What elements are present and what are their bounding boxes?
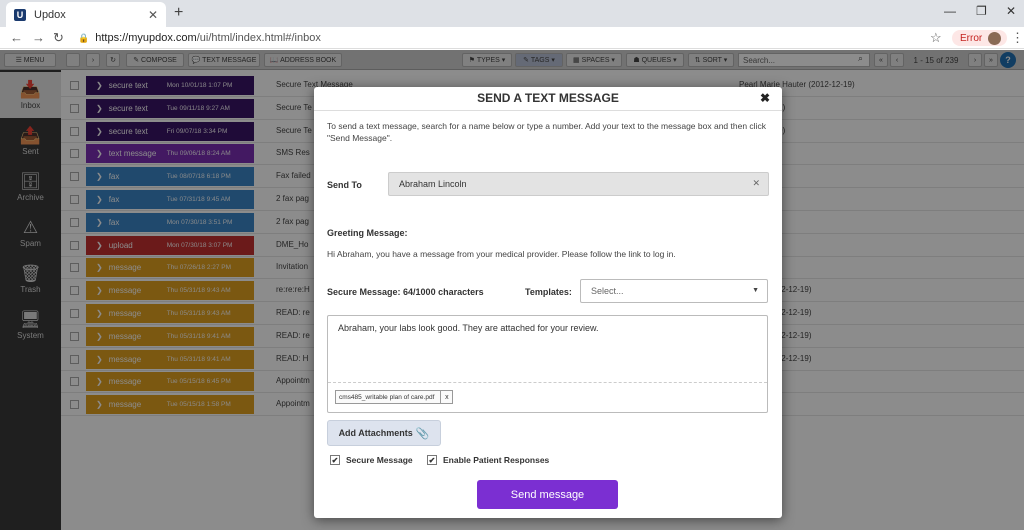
remove-attachment-button[interactable]: x (440, 391, 452, 403)
enable-patient-responses-checkbox[interactable]: ✔ Enable Patient Responses (427, 455, 549, 465)
message-text: Abraham, your labs look good. They are a… (338, 323, 599, 333)
profile-error-button[interactable]: Error (952, 30, 1008, 46)
error-label: Error (960, 32, 983, 44)
templates-label: Templates: (525, 287, 572, 297)
back-icon[interactable]: ← (10, 30, 23, 45)
send-to-field[interactable]: Abraham Lincoln ✕ (388, 172, 769, 196)
message-textarea[interactable]: Abraham, your labs look good. They are a… (327, 315, 768, 413)
attachment-divider (328, 382, 767, 383)
dialog-title: SEND A TEXT MESSAGE (477, 91, 619, 105)
address-bar-area: ← → ↻ 🔒 https://myupdox.com/ui/html/inde… (0, 27, 1024, 49)
checkmark-icon: ✔ (330, 455, 340, 465)
close-icon[interactable]: ✖ (760, 91, 770, 105)
checkmark-icon: ✔ (427, 455, 437, 465)
browser-tab-strip: U Updox ✕ + — ❐ ✕ (0, 0, 1024, 27)
send-message-button[interactable]: Send message (477, 480, 618, 509)
secure-message-checkbox[interactable]: ✔ Secure Message (330, 455, 413, 465)
send-to-label: Send To (327, 180, 362, 190)
minimize-icon[interactable]: — (944, 4, 956, 18)
url-host: https://myupdox.com (95, 32, 197, 44)
avatar (988, 31, 1002, 45)
url-field[interactable]: 🔒 https://myupdox.com/ui/html/index.html… (78, 29, 918, 47)
secure-message-count: Secure Message: 64/1000 characters (327, 287, 484, 297)
close-tab-icon[interactable]: ✕ (148, 8, 158, 22)
attachment-name: cms485_writable plan of care.pdf (339, 393, 435, 401)
clear-recipient-icon[interactable]: ✕ (752, 178, 760, 189)
send-to-value: Abraham Lincoln (399, 179, 467, 189)
divider (314, 110, 782, 111)
add-attachments-button[interactable]: Add Attachments 📎 (327, 420, 441, 446)
instructions-text: To send a text message, search for a nam… (327, 121, 766, 143)
restore-icon[interactable]: ❐ (976, 4, 987, 18)
bookmark-star-icon[interactable]: ☆ (930, 30, 942, 46)
attachment-chip: cms485_writable plan of care.pdf x (335, 390, 454, 404)
templates-select[interactable]: Select... ▼ (580, 279, 768, 303)
greeting-text: Hi Abraham, you have a message from your… (327, 249, 676, 259)
forward-icon[interactable]: → (32, 30, 45, 45)
new-tab-icon[interactable]: + (174, 4, 183, 22)
browser-tab[interactable]: U Updox ✕ (6, 2, 166, 27)
add-attachments-label: Add Attachments (338, 428, 413, 438)
close-window-icon[interactable]: ✕ (1006, 4, 1016, 18)
reload-icon[interactable]: ↻ (53, 30, 64, 46)
tab-title: Updox (34, 8, 66, 21)
patient-responses-option-label: Enable Patient Responses (443, 455, 550, 465)
browser-menu-icon[interactable]: ⋮ (1011, 30, 1024, 46)
updox-favicon-icon: U (14, 8, 26, 21)
url-path: /ui/html/index.html#/inbox (196, 32, 321, 44)
paperclip-icon: 📎 (415, 427, 430, 440)
secure-message-option-label: Secure Message (346, 455, 413, 465)
send-text-message-dialog: SEND A TEXT MESSAGE ✖ To send a text mes… (314, 87, 782, 518)
greeting-label: Greeting Message: (327, 228, 408, 238)
lock-icon: 🔒 (78, 32, 90, 43)
chevron-down-icon: ▼ (752, 287, 759, 294)
templates-placeholder: Select... (591, 286, 624, 296)
